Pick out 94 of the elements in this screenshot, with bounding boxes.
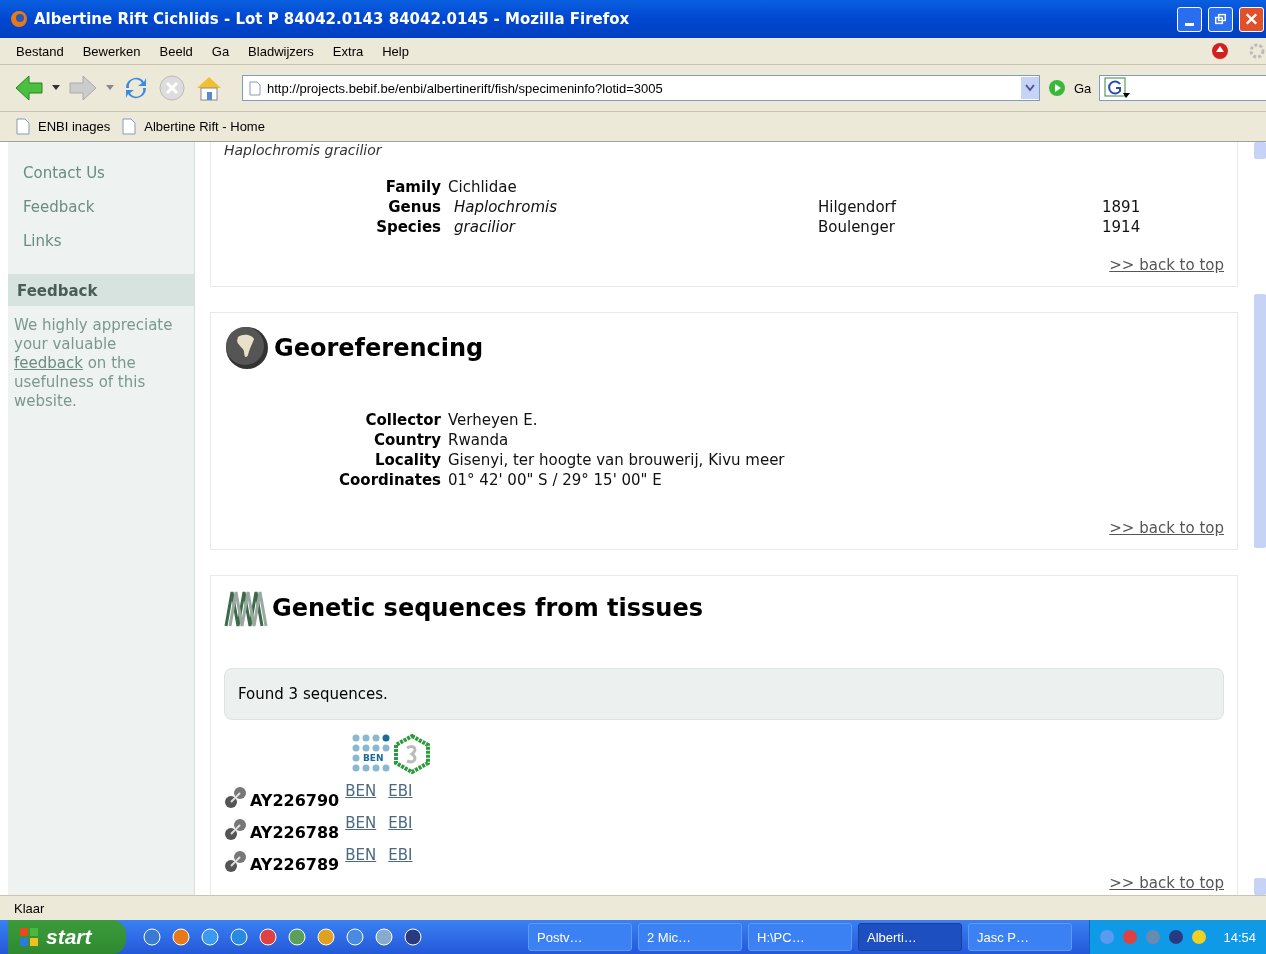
address-bar[interactable]: http://projects.bebif.be/enbi/albertinerift/fish/specimeninfo?lotid=3005 bbox=[242, 75, 1040, 101]
hexagon-logo-icon bbox=[394, 734, 430, 774]
database-link[interactable]: BEN bbox=[345, 782, 377, 800]
field-value: Rwanda bbox=[448, 431, 510, 449]
feedback-text: We highly appreciate your valuable feedback on the usefulness of this website. bbox=[13, 315, 174, 412]
back-to-top-link[interactable]: >> back to top bbox=[1109, 874, 1224, 892]
stop-sign-icon bbox=[1211, 42, 1229, 60]
menu-item[interactable]: Extra bbox=[332, 43, 364, 59]
restore-button[interactable] bbox=[1208, 6, 1233, 32]
quick-launch-icon[interactable] bbox=[229, 927, 249, 947]
field-value: Haplochromis bbox=[453, 198, 559, 216]
restore-icon bbox=[1215, 12, 1226, 26]
quick-launch-icon[interactable] bbox=[200, 927, 220, 947]
species-name: Haplochromis gracilior bbox=[224, 142, 383, 158]
result-message: Found 3 sequences. bbox=[224, 668, 1224, 720]
quick-launch-icon[interactable] bbox=[345, 927, 365, 947]
globe-icon bbox=[224, 325, 270, 371]
page-icon bbox=[16, 118, 30, 135]
quick-launch-icon[interactable] bbox=[258, 927, 278, 947]
year-text: 1891 bbox=[1102, 198, 1142, 216]
database-link[interactable]: BEN bbox=[345, 814, 377, 832]
go-label[interactable]: Ga bbox=[1074, 80, 1092, 96]
dna-strand-icon bbox=[224, 818, 248, 842]
ben-logo: BEN bbox=[352, 734, 392, 774]
clock-text: 14:54 bbox=[1223, 929, 1256, 945]
throbber-icon bbox=[1248, 42, 1266, 60]
status-text: Klaar bbox=[14, 900, 45, 916]
field-label: Genus bbox=[387, 198, 441, 216]
search-field[interactable] bbox=[1099, 75, 1266, 101]
section-title: Georeferencing bbox=[274, 334, 484, 362]
go-icon[interactable] bbox=[1048, 79, 1066, 97]
quick-launch-icon[interactable] bbox=[403, 927, 423, 947]
author-text: Hilgendorf bbox=[818, 198, 898, 216]
field-value: Gisenyi, ter hoogte van brouwerij, Kivu meer bbox=[448, 451, 786, 469]
field-value: gracilior bbox=[453, 218, 517, 236]
menu-item[interactable]: Bewerken bbox=[82, 43, 141, 59]
menu-item[interactable]: Help bbox=[382, 43, 409, 59]
dropdown-caret-icon[interactable] bbox=[52, 85, 60, 91]
quick-launch-icon[interactable] bbox=[171, 927, 191, 947]
bookmark-link[interactable]: Albertine Rift - Home bbox=[144, 119, 265, 134]
quick-launch-icon[interactable] bbox=[142, 927, 162, 947]
field-label: Country bbox=[372, 431, 441, 449]
menu-item[interactable]: Bladwijzers bbox=[248, 43, 314, 59]
field-label: Collector bbox=[364, 411, 441, 429]
database-link[interactable]: BEN bbox=[345, 846, 377, 864]
database-link[interactable]: EBI bbox=[388, 846, 413, 864]
start-button[interactable]: start bbox=[8, 920, 126, 954]
field-value: Cichlidae bbox=[448, 178, 518, 196]
minimize-icon bbox=[1185, 22, 1194, 26]
close-icon bbox=[1246, 12, 1257, 26]
quick-launch-icon[interactable] bbox=[374, 927, 394, 947]
taskbar-button[interactable]: H:\PC… bbox=[748, 923, 852, 951]
back-arrow-icon[interactable] bbox=[14, 74, 44, 102]
accession-number: AY226789 bbox=[250, 855, 340, 874]
page-icon bbox=[122, 118, 137, 135]
bookmark-link[interactable]: ENBI inages bbox=[38, 119, 111, 134]
field-value: 01° 42' 00" S / 29° 15' 00" E bbox=[448, 471, 663, 489]
taskbar-button[interactable]: Jasc P… bbox=[968, 923, 1072, 951]
field-label: Family bbox=[384, 178, 441, 196]
field-value: Verheyen E. bbox=[448, 411, 539, 429]
database-link[interactable]: EBI bbox=[388, 782, 413, 800]
menu-item[interactable]: Bestand bbox=[16, 43, 64, 59]
quick-launch-icon[interactable] bbox=[287, 927, 307, 947]
sidebar-heading: Feedback bbox=[8, 274, 194, 306]
year-text: 1914 bbox=[1102, 218, 1142, 236]
firefox-icon bbox=[10, 10, 28, 28]
chevron-icon bbox=[1025, 84, 1035, 92]
tray-icon[interactable] bbox=[1167, 928, 1186, 946]
window-title: Albertine Rift Cichlids - Lot P 84042.0143 84042.0145 - Mozilla Firefox bbox=[34, 10, 631, 28]
close-button[interactable] bbox=[1239, 6, 1264, 32]
windows-flag-icon bbox=[18, 926, 40, 948]
dna-strand-icon bbox=[224, 850, 248, 874]
section-title: Genetic sequences from tissues bbox=[272, 594, 703, 622]
taskbar-button[interactable]: Postv… bbox=[528, 923, 632, 951]
taskbar-button[interactable]: Alberti… bbox=[858, 923, 962, 951]
menu-item[interactable]: Ga bbox=[211, 43, 230, 59]
field-label: Coordinates bbox=[338, 471, 441, 489]
dna-strand-icon bbox=[224, 786, 248, 810]
accession-number: AY226788 bbox=[250, 823, 340, 842]
scrollbar[interactable] bbox=[1254, 142, 1266, 895]
field-label: Locality bbox=[373, 451, 441, 469]
accession-number: AY226790 bbox=[250, 791, 340, 810]
dropdown-button[interactable] bbox=[1021, 77, 1039, 99]
back-to-top-link[interactable]: >> back to top bbox=[1109, 519, 1224, 537]
page-icon bbox=[249, 80, 261, 96]
field-label: Species bbox=[375, 218, 441, 236]
minimize-button[interactable] bbox=[1177, 6, 1202, 32]
database-link[interactable]: EBI bbox=[388, 814, 413, 832]
search-engine-icon bbox=[1104, 77, 1131, 99]
taskbar-button[interactable]: 2 Mic… bbox=[638, 923, 742, 951]
back-to-top-link[interactable]: >> back to top bbox=[1109, 256, 1224, 274]
quick-launch-icon[interactable] bbox=[316, 927, 336, 947]
menu-item[interactable]: Beeld bbox=[159, 43, 193, 59]
author-text: Boulenger bbox=[818, 218, 896, 236]
